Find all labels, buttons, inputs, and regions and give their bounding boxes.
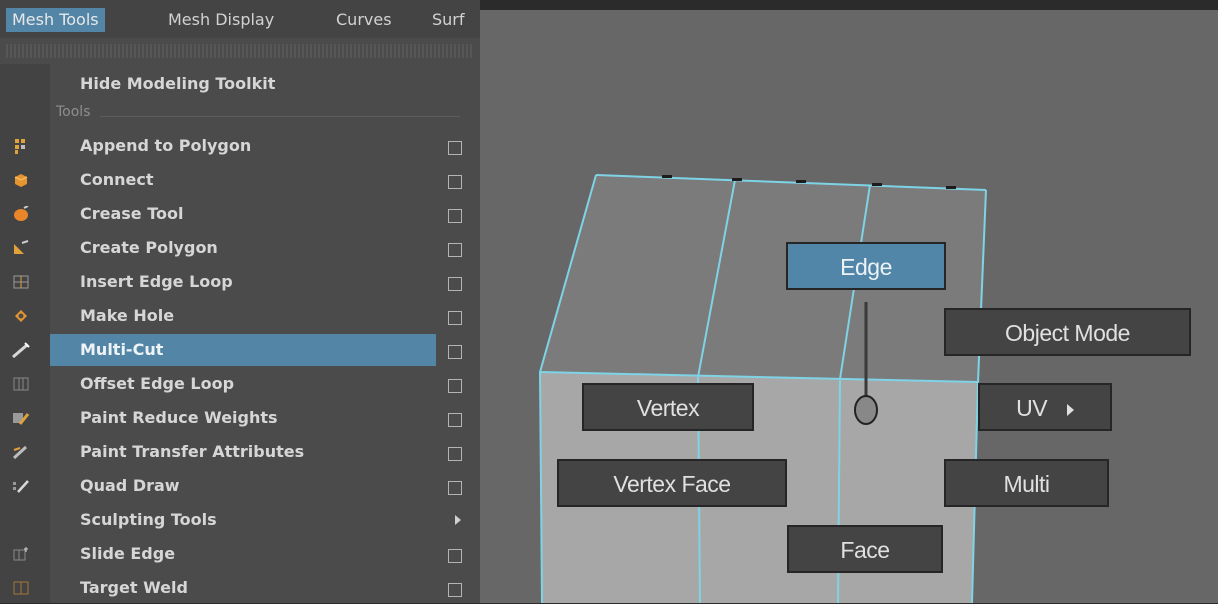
- crease-icon: [12, 205, 30, 222]
- menubar-surfaces[interactable]: Surf: [426, 8, 471, 32]
- append-polygon-icon: [12, 138, 30, 154]
- marking-menu-object-mode-button[interactable]: Object Mode: [944, 308, 1191, 356]
- option-box[interactable]: [448, 243, 462, 257]
- mesh-tools-menu: Hide Modeling Toolkit Tools Append to Po…: [0, 38, 480, 603]
- option-box[interactable]: [448, 549, 462, 563]
- menu-item-label: Append to Polygon: [80, 136, 252, 155]
- menu-item-create-polygon[interactable]: Create Polygon: [50, 232, 436, 264]
- uv-label: UV: [1016, 395, 1048, 421]
- marking-menu-multi-button[interactable]: Multi: [944, 459, 1109, 507]
- option-box[interactable]: [448, 481, 462, 495]
- submenu-arrow-icon: [1066, 403, 1074, 416]
- menubar-mesh-tools[interactable]: Mesh Tools: [6, 8, 105, 32]
- menu-item-sculpting-tools[interactable]: Sculpting Tools: [50, 504, 436, 536]
- option-box[interactable]: [448, 209, 462, 223]
- menu-item-target-weld[interactable]: Target Weld: [50, 572, 436, 604]
- make-hole-icon: [12, 308, 30, 324]
- menu-item-quad-draw[interactable]: Quad Draw: [50, 470, 436, 502]
- option-box[interactable]: [448, 311, 462, 325]
- multi-cut-icon: [12, 342, 30, 359]
- create-polygon-icon: [12, 240, 30, 256]
- option-box[interactable]: [448, 345, 462, 359]
- submenu-arrow-icon: [455, 515, 461, 525]
- menu-item-connect[interactable]: Connect: [50, 164, 436, 196]
- menu-item-label: Sculpting Tools: [80, 510, 217, 529]
- option-box[interactable]: [448, 413, 462, 427]
- marking-menu-vertex-button[interactable]: Vertex: [582, 383, 754, 431]
- menu-item-multi-cut[interactable]: Multi-Cut: [50, 334, 436, 366]
- option-box[interactable]: [448, 447, 462, 461]
- menu-item-crease-tool[interactable]: Crease Tool: [50, 198, 436, 230]
- menu-item-label: Paint Transfer Attributes: [80, 442, 305, 461]
- marking-menu-face-button[interactable]: Face: [787, 525, 943, 573]
- tear-off-handle[interactable]: [6, 44, 474, 58]
- menu-item-make-hole[interactable]: Make Hole: [50, 300, 436, 332]
- section-divider: [100, 116, 460, 117]
- option-box[interactable]: [448, 141, 462, 155]
- option-box[interactable]: [448, 175, 462, 189]
- menu-item-insert-edge-loop[interactable]: Insert Edge Loop: [50, 266, 436, 298]
- marking-menu-uv-button[interactable]: UV: [978, 383, 1112, 431]
- menu-item-label: Paint Reduce Weights: [80, 408, 278, 427]
- menu-item-label: Slide Edge: [80, 544, 176, 563]
- menu-item-paint-reduce-weights[interactable]: Paint Reduce Weights: [50, 402, 436, 434]
- marking-menu-vertex-face-button[interactable]: Vertex Face: [557, 459, 787, 507]
- menu-item-offset-edge-loop[interactable]: Offset Edge Loop: [50, 368, 436, 400]
- tools-section-label: Tools: [56, 104, 91, 120]
- menubar-mesh-display[interactable]: Mesh Display: [162, 8, 280, 32]
- menu-item-label: Create Polygon: [80, 238, 218, 257]
- menu-item-slide-edge[interactable]: Slide Edge: [50, 538, 436, 570]
- menu-item-label: Insert Edge Loop: [80, 272, 233, 291]
- paint-transfer-icon: [12, 444, 30, 460]
- option-box[interactable]: [448, 277, 462, 291]
- menubar-curves[interactable]: Curves: [330, 8, 398, 32]
- insert-edge-loop-icon: [12, 274, 30, 290]
- menu-bar: Mesh Tools Mesh Display Curves Surf: [0, 0, 480, 38]
- option-box[interactable]: [448, 379, 462, 393]
- connect-icon: [12, 172, 30, 188]
- quad-draw-icon: [12, 478, 30, 494]
- menu-item-label: Crease Tool: [80, 204, 184, 223]
- menu-item-label: Multi-Cut: [80, 340, 164, 359]
- offset-edge-loop-icon: [12, 376, 30, 392]
- 3d-viewport[interactable]: Edge Object Mode Vertex UV Vertex Face M…: [480, 10, 1218, 603]
- slide-edge-icon: [12, 546, 30, 562]
- hide-modeling-toolkit-item[interactable]: Hide Modeling Toolkit: [80, 74, 275, 93]
- viewport-canvas: [539, 174, 987, 603]
- menu-item-label: Make Hole: [80, 306, 175, 325]
- menu-item-label: Quad Draw: [80, 476, 180, 495]
- menu-item-append-to-polygon[interactable]: Append to Polygon: [50, 130, 436, 162]
- menu-item-label: Target Weld: [80, 578, 188, 597]
- marking-menu-center: [854, 395, 878, 425]
- menu-item-label: Offset Edge Loop: [80, 374, 235, 393]
- paint-reduce-weights-icon: [12, 410, 30, 426]
- option-box[interactable]: [448, 583, 462, 597]
- menu-item-paint-transfer-attributes[interactable]: Paint Transfer Attributes: [50, 436, 436, 468]
- target-weld-icon: [12, 580, 30, 596]
- marking-menu-edge-button[interactable]: Edge: [786, 242, 946, 290]
- menu-item-label: Connect: [80, 170, 154, 189]
